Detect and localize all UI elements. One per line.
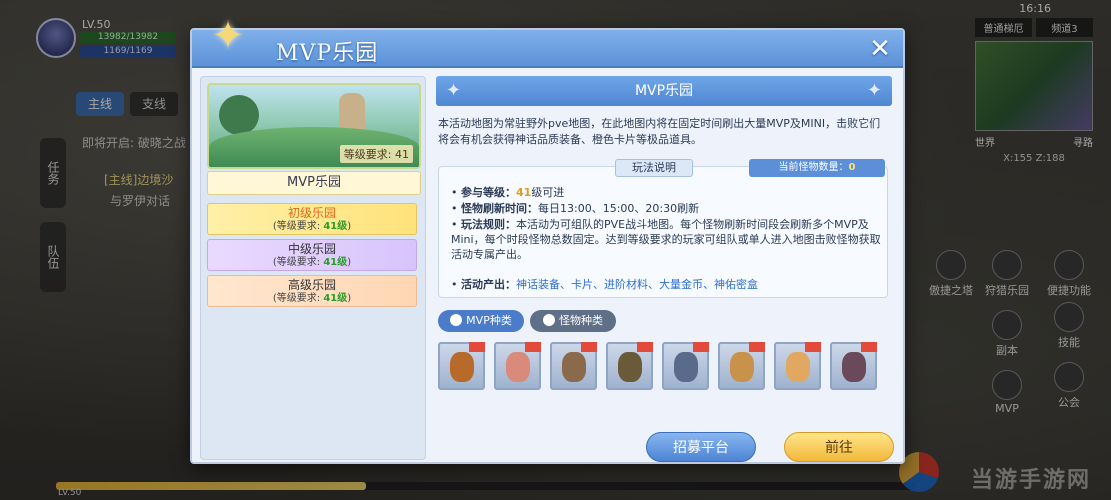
- monster-portrait[interactable]: [718, 342, 765, 390]
- mvp-badge-icon: [581, 342, 597, 352]
- monster-sprite: [674, 352, 698, 382]
- rule-output: • 活动产出：神话装备、卡片、进阶材料、大量金币、神佑密盒: [451, 278, 758, 291]
- tree-art: [219, 95, 259, 135]
- category-tabs: MVP种类 怪物种类: [438, 310, 616, 332]
- monster-sprite: [450, 352, 474, 382]
- park-req: (等级要求: 41级): [272, 293, 352, 304]
- rule-play: • 玩法规则：本活动为可组队的PVE战斗地图。每个怪物刷新时间段会刷新多个MVP及…: [451, 218, 881, 261]
- tab-mvp-types[interactable]: MVP种类: [438, 310, 524, 332]
- park-item-beginner[interactable]: 初级乐园 (等级要求: 41级): [207, 203, 417, 235]
- monster-portrait[interactable]: [606, 342, 653, 390]
- mvp-badge-icon: [693, 342, 709, 352]
- mvp-badge-icon: [469, 342, 485, 352]
- monster-sprite: [786, 352, 810, 382]
- mvp-badge-icon: [749, 342, 765, 352]
- detail-header: ✦ MVP乐园 ✦: [436, 76, 892, 106]
- monster-sprite: [842, 352, 866, 382]
- park-req: (等级要求: 41级): [272, 221, 352, 232]
- activity-description: 本活动地图为常驻野外pve地图，在此地图内将在固定时间刷出大量MVP及MINI，…: [438, 117, 881, 146]
- park-item-advanced[interactable]: 高级乐园 (等级要求: 41级): [207, 275, 417, 307]
- monster-list: [438, 342, 892, 394]
- recruit-platform-button[interactable]: 招募平台: [646, 432, 756, 462]
- dialog-header: ✦ MVP乐园 ✕: [192, 14, 903, 68]
- monster-portrait[interactable]: [830, 342, 877, 390]
- park-name: 初级乐园: [287, 206, 336, 220]
- monster-portrait[interactable]: [662, 342, 709, 390]
- featured-level-req: 等级要求: 41: [339, 145, 413, 163]
- detail-title: MVP乐园: [634, 83, 694, 99]
- park-list-panel: 等级要求: 41 MVP乐园 初级乐园 (等级要求: 41级) 中级乐园 (等级…: [200, 76, 426, 460]
- monster-sprite: [506, 352, 530, 382]
- dialog-title: MVP乐园: [276, 41, 379, 66]
- star-icon: ✦: [446, 80, 462, 101]
- tab-monster-types[interactable]: 怪物种类: [530, 310, 616, 332]
- park-req: (等级要求: 41级): [272, 257, 352, 268]
- featured-park-card[interactable]: 等级要求: 41: [207, 83, 421, 169]
- rules-box: 玩法说明 当前怪物数量：0 • 参与等级：41级可进 • 怪物刷新时间：每日13:0…: [438, 159, 888, 298]
- monster-sprite: [562, 352, 586, 382]
- monster-sprite: [618, 352, 642, 382]
- mvp-badge-icon: [805, 342, 821, 352]
- park-name: 高级乐园: [287, 278, 336, 292]
- rule-level: • 参与等级：41级可进: [451, 186, 565, 199]
- mvp-badge-icon: [861, 342, 877, 352]
- park-name: 中级乐园: [287, 242, 336, 256]
- go-button[interactable]: 前往: [784, 432, 894, 462]
- monster-icon: [543, 314, 555, 326]
- mvp-badge-icon: [637, 342, 653, 352]
- star-icon: ✦: [211, 13, 245, 59]
- mvp-badge-icon: [525, 342, 541, 352]
- mvp-park-dialog: ✦ MVP乐园 ✕ 等级要求: 41 MVP乐园 初级乐园 (等级要求: 41级…: [190, 14, 905, 464]
- monster-sprite: [730, 352, 754, 382]
- close-button[interactable]: ✕: [865, 34, 895, 64]
- monster-portrait[interactable]: [774, 342, 821, 390]
- featured-park-label: MVP乐园: [207, 171, 421, 195]
- park-detail-panel: ✦ MVP乐园 ✦ 本活动地图为常驻野外pve地图，在此地图内将在固定时间刷出大…: [436, 76, 898, 462]
- monster-count: 当前怪物数量：0: [749, 159, 885, 177]
- rules-tag: 玩法说明: [615, 159, 693, 177]
- park-item-intermediate[interactable]: 中级乐园 (等级要求: 41级): [207, 239, 417, 271]
- star-icon: ✦: [866, 80, 882, 101]
- monster-portrait[interactable]: [438, 342, 485, 390]
- rule-refresh: • 怪物刷新时间：每日13:00、15:00、20:30刷新: [451, 202, 700, 215]
- monster-portrait[interactable]: [494, 342, 541, 390]
- monster-portrait[interactable]: [550, 342, 597, 390]
- mvp-icon: [450, 314, 463, 326]
